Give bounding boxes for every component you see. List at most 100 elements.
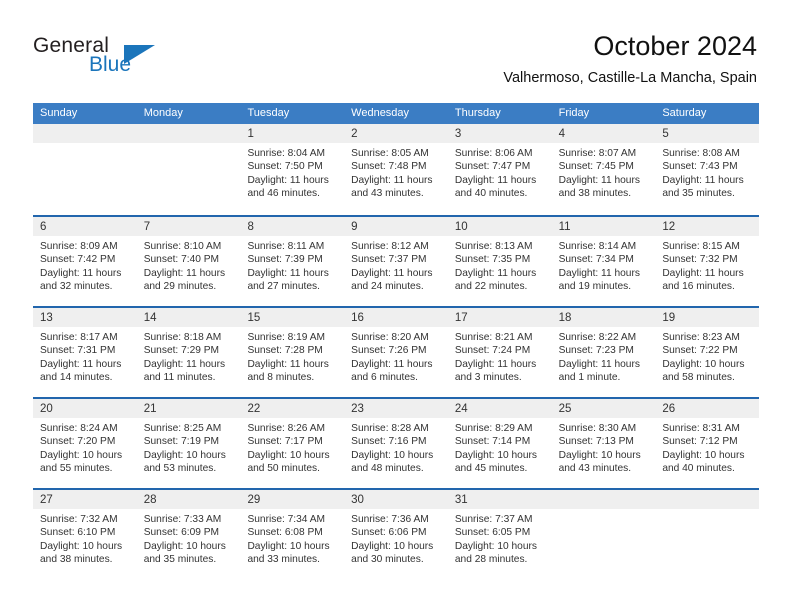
day-details: Sunrise: 7:37 AM Sunset: 6:05 PM Dayligh…	[448, 509, 552, 567]
daylight-text-line1: Daylight: 11 hours	[454, 174, 537, 186]
day-details: Sunrise: 8:19 AM Sunset: 7:28 PM Dayligh…	[240, 327, 344, 385]
day-cell[interactable]: 9 Sunrise: 8:12 AM Sunset: 7:37 PM Dayli…	[344, 217, 448, 306]
day-number: 14	[143, 312, 157, 324]
day-cell[interactable]: 7 Sunrise: 8:10 AM Sunset: 7:40 PM Dayli…	[136, 217, 241, 306]
day-details: Sunrise: 8:14 AM Sunset: 7:34 PM Dayligh…	[552, 236, 656, 294]
day-cell[interactable]: 20 Sunrise: 8:24 AM Sunset: 7:20 PM Dayl…	[33, 399, 137, 488]
sunset-text: Sunset: 7:43 PM	[662, 161, 738, 173]
day-cell[interactable]: 15 Sunrise: 8:19 AM Sunset: 7:28 PM Dayl…	[240, 308, 345, 397]
day-cell[interactable]: 13 Sunrise: 8:17 AM Sunset: 7:31 PM Dayl…	[33, 308, 137, 397]
daylight-text-line1: Daylight: 10 hours	[662, 358, 745, 370]
day-number-band: 28	[136, 490, 241, 509]
sunset-text: Sunset: 7:19 PM	[143, 436, 220, 448]
daylight-text-line2: and 32 minutes.	[40, 281, 113, 293]
daylight-text-line2: and 55 minutes.	[40, 463, 113, 475]
brand-logo[interactable]: General Blue	[33, 34, 253, 84]
sunset-text: Sunset: 7:29 PM	[143, 345, 220, 357]
day-number-band: 21	[136, 399, 241, 418]
day-number-band: 5	[655, 124, 760, 143]
day-cell[interactable]: 31 Sunrise: 7:37 AM Sunset: 6:05 PM Dayl…	[447, 490, 552, 579]
day-number-band: 17	[447, 308, 552, 327]
day-cell[interactable]: 8 Sunrise: 8:11 AM Sunset: 7:39 PM Dayli…	[240, 217, 345, 306]
daylight-text-line2: and 33 minutes.	[247, 554, 320, 566]
sunset-text: Sunset: 7:20 PM	[40, 436, 116, 448]
sunset-text: Sunset: 7:23 PM	[558, 345, 634, 357]
title-block: October 2024 Valhermoso, Castille-La Man…	[503, 30, 757, 88]
day-number: 4	[558, 128, 565, 140]
sunset-text: Sunset: 7:39 PM	[247, 254, 323, 266]
daylight-text-line2: and 11 minutes.	[143, 372, 216, 384]
day-cell[interactable]: 2 Sunrise: 8:05 AM Sunset: 7:48 PM Dayli…	[344, 124, 448, 215]
day-cell[interactable]: 1 Sunrise: 8:04 AM Sunset: 7:50 PM Dayli…	[240, 124, 345, 215]
day-cell[interactable]: 10 Sunrise: 8:13 AM Sunset: 7:35 PM Dayl…	[447, 217, 552, 306]
sunrise-text: Sunrise: 8:05 AM	[351, 148, 429, 159]
sunset-text: Sunset: 7:26 PM	[351, 345, 427, 357]
daylight-text-line1: Daylight: 11 hours	[143, 358, 226, 370]
sunset-text: Sunset: 7:16 PM	[351, 436, 427, 448]
sunset-text: Sunset: 7:40 PM	[143, 254, 220, 266]
weekday-header-tuesday: Tuesday	[247, 107, 290, 119]
day-number-band: 22	[240, 399, 345, 418]
day-number-band	[551, 490, 656, 509]
day-cell[interactable]: 5 Sunrise: 8:08 AM Sunset: 7:43 PM Dayli…	[655, 124, 760, 215]
daylight-text-line2: and 35 minutes.	[662, 188, 735, 200]
day-cell[interactable]: 25 Sunrise: 8:30 AM Sunset: 7:13 PM Dayl…	[551, 399, 656, 488]
day-number: 20	[40, 403, 53, 415]
day-number: 17	[454, 312, 468, 324]
day-cell[interactable]: 11 Sunrise: 8:14 AM Sunset: 7:34 PM Dayl…	[551, 217, 656, 306]
day-cell[interactable]: 26 Sunrise: 8:31 AM Sunset: 7:12 PM Dayl…	[655, 399, 760, 488]
day-cell[interactable]: 23 Sunrise: 8:28 AM Sunset: 7:16 PM Dayl…	[344, 399, 448, 488]
day-number: 2	[351, 128, 358, 140]
day-details: Sunrise: 8:22 AM Sunset: 7:23 PM Dayligh…	[552, 327, 656, 385]
daylight-text-line1: Daylight: 10 hours	[143, 540, 226, 552]
day-cell[interactable]: 24 Sunrise: 8:29 AM Sunset: 7:14 PM Dayl…	[447, 399, 552, 488]
day-number: 29	[247, 494, 261, 506]
day-cell[interactable]: 17 Sunrise: 8:21 AM Sunset: 7:24 PM Dayl…	[447, 308, 552, 397]
day-details: Sunrise: 8:04 AM Sunset: 7:50 PM Dayligh…	[240, 143, 344, 201]
sunrise-text: Sunrise: 8:24 AM	[40, 423, 118, 434]
sunset-text: Sunset: 7:34 PM	[558, 254, 634, 266]
sunrise-text: Sunrise: 8:11 AM	[247, 241, 325, 252]
day-cell[interactable]: 21 Sunrise: 8:25 AM Sunset: 7:19 PM Dayl…	[136, 399, 241, 488]
day-number: 1	[247, 128, 254, 140]
day-details: Sunrise: 8:24 AM Sunset: 7:20 PM Dayligh…	[33, 418, 137, 476]
day-cell[interactable]: 28 Sunrise: 7:33 AM Sunset: 6:09 PM Dayl…	[136, 490, 241, 579]
sunset-text: Sunset: 7:50 PM	[247, 161, 323, 173]
day-number-band: 11	[551, 217, 656, 236]
weekday-header-thursday: Thursday	[454, 107, 501, 119]
day-cell[interactable]: 27 Sunrise: 7:32 AM Sunset: 6:10 PM Dayl…	[33, 490, 137, 579]
day-cell[interactable]: 4 Sunrise: 8:07 AM Sunset: 7:45 PM Dayli…	[551, 124, 656, 215]
daylight-text-line1: Daylight: 11 hours	[351, 267, 433, 279]
day-cell[interactable]: 16 Sunrise: 8:20 AM Sunset: 7:26 PM Dayl…	[344, 308, 448, 397]
day-cell[interactable]: 3 Sunrise: 8:06 AM Sunset: 7:47 PM Dayli…	[447, 124, 552, 215]
weekday-header-monday: Monday	[143, 107, 183, 119]
day-cell[interactable]: 6 Sunrise: 8:09 AM Sunset: 7:42 PM Dayli…	[33, 217, 137, 306]
sunset-text: Sunset: 7:28 PM	[247, 345, 323, 357]
day-details: Sunrise: 8:29 AM Sunset: 7:14 PM Dayligh…	[448, 418, 552, 476]
day-cell[interactable]: 30 Sunrise: 7:36 AM Sunset: 6:06 PM Dayl…	[344, 490, 448, 579]
day-number: 24	[454, 403, 468, 415]
day-details: Sunrise: 8:11 AM Sunset: 7:39 PM Dayligh…	[240, 236, 344, 294]
day-cell[interactable]: 12 Sunrise: 8:15 AM Sunset: 7:32 PM Dayl…	[655, 217, 760, 306]
daylight-text-line2: and 22 minutes.	[454, 281, 528, 293]
daylight-text-line2: and 27 minutes.	[247, 281, 320, 293]
day-cell	[136, 124, 241, 215]
day-cell[interactable]: 29 Sunrise: 7:34 AM Sunset: 6:08 PM Dayl…	[240, 490, 345, 579]
day-details: Sunrise: 8:25 AM Sunset: 7:19 PM Dayligh…	[137, 418, 241, 476]
daylight-text-line2: and 38 minutes.	[558, 188, 632, 200]
day-cell[interactable]: 14 Sunrise: 8:18 AM Sunset: 7:29 PM Dayl…	[136, 308, 241, 397]
day-cell[interactable]: 22 Sunrise: 8:26 AM Sunset: 7:17 PM Dayl…	[240, 399, 345, 488]
day-cell	[551, 490, 656, 579]
day-cell[interactable]: 19 Sunrise: 8:23 AM Sunset: 7:22 PM Dayl…	[655, 308, 760, 397]
day-number: 18	[558, 312, 572, 324]
day-cell[interactable]: 18 Sunrise: 8:22 AM Sunset: 7:23 PM Dayl…	[551, 308, 656, 397]
sunset-text: Sunset: 7:42 PM	[40, 254, 116, 266]
daylight-text-line1: Daylight: 10 hours	[247, 540, 330, 552]
sunset-text: Sunset: 7:37 PM	[351, 254, 427, 266]
day-details: Sunrise: 8:20 AM Sunset: 7:26 PM Dayligh…	[344, 327, 448, 385]
day-number-band: 7	[136, 217, 241, 236]
daylight-text-line2: and 40 minutes.	[662, 463, 735, 475]
daylight-text-line1: Daylight: 10 hours	[454, 449, 537, 461]
sunrise-text: Sunrise: 8:15 AM	[662, 241, 740, 252]
day-number-band	[655, 490, 760, 509]
